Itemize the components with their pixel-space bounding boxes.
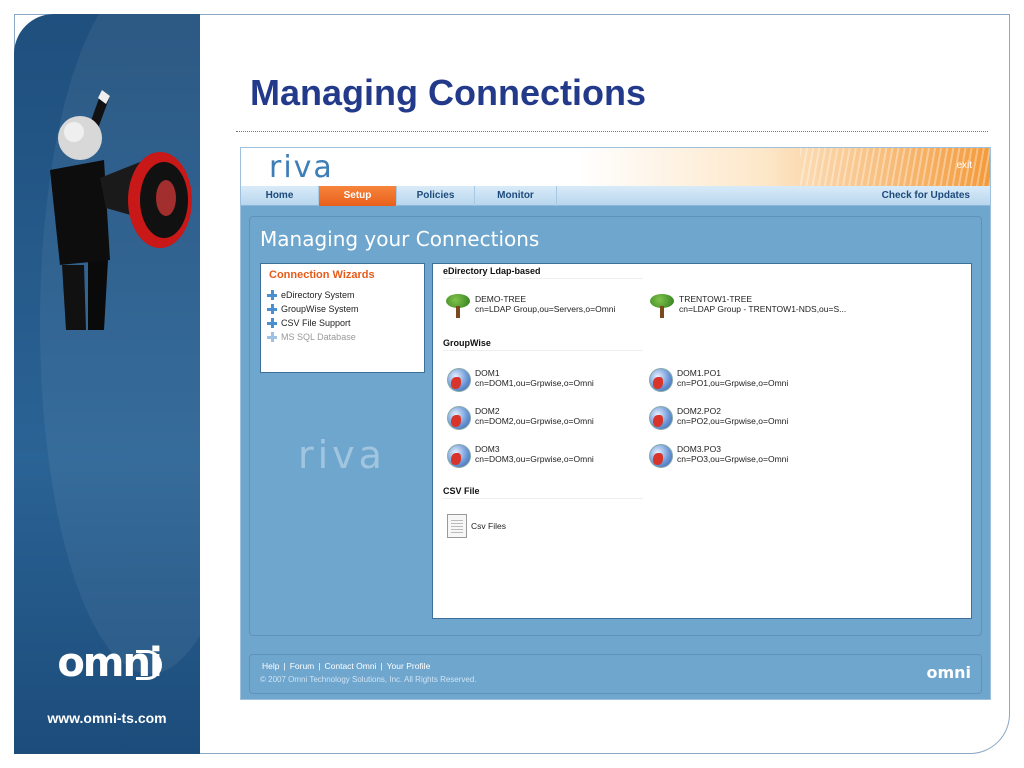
connection-dn: cn=DOM2,ou=Grpwise,o=Omni xyxy=(475,416,594,426)
wizard-item-edirectory[interactable]: eDirectory System xyxy=(267,288,359,302)
footer-link-contact[interactable]: Contact Omni xyxy=(324,661,376,671)
connection-dn: cn=LDAP Group,ou=Servers,o=Omni xyxy=(475,304,616,314)
footer-separator: | xyxy=(380,661,383,671)
connection-name: DOM1 xyxy=(475,368,500,378)
nav-setup[interactable]: Setup xyxy=(319,186,397,206)
slide-title: Managing Connections xyxy=(250,72,646,113)
globe-icon xyxy=(447,406,471,430)
connection-dom2-po2[interactable]: DOM2.PO2 cn=PO2,ou=Grpwise,o=Omni xyxy=(649,406,788,430)
footer-separator: | xyxy=(283,661,286,671)
connection-dom1-po1[interactable]: DOM1.PO1 cn=PO1,ou=Grpwise,o=Omni xyxy=(649,368,788,392)
wizard-item-mssql: MS SQL Database xyxy=(267,330,359,344)
nav-policies[interactable]: Policies xyxy=(397,186,475,206)
section-header-csv: CSV File xyxy=(443,486,643,499)
section-header-groupwise: GroupWise xyxy=(443,338,643,351)
globe-icon xyxy=(649,368,673,392)
globe-icon xyxy=(649,406,673,430)
connection-name: DOM2 xyxy=(475,406,500,416)
plus-icon xyxy=(267,290,277,300)
wizard-item-label: eDirectory System xyxy=(281,290,355,300)
connection-dn: cn=PO3,ou=Grpwise,o=Omni xyxy=(677,454,789,464)
content-title: Managing your Connections xyxy=(260,227,540,251)
footer-links: Help | Forum | Contact Omni | Your Profile xyxy=(262,661,430,671)
riva-logo: riva xyxy=(269,150,334,185)
globe-icon xyxy=(649,444,673,468)
connection-name: TRENTOW1-TREE xyxy=(679,294,753,304)
title-divider xyxy=(236,131,988,132)
nav-home[interactable]: Home xyxy=(241,186,319,206)
tree-icon xyxy=(649,294,675,318)
connection-name: DOM3 xyxy=(475,444,500,454)
connection-dom3[interactable]: DOM3 cn=DOM3,ou=Grpwise,o=Omni xyxy=(447,444,594,468)
footer-link-forum[interactable]: Forum xyxy=(290,661,315,671)
connection-dom1[interactable]: DOM1 cn=DOM1,ou=Grpwise,o=Omni xyxy=(447,368,594,392)
connection-name: DEMO-TREE xyxy=(475,294,526,304)
app-footer: Help | Forum | Contact Omni | Your Profile © 2… xyxy=(249,654,982,694)
connection-dn: cn=PO1,ou=Grpwise,o=Omni xyxy=(677,378,789,388)
connection-name: Csv Files xyxy=(471,521,506,531)
footer-link-profile[interactable]: Your Profile xyxy=(387,661,431,671)
footer-link-help[interactable]: Help xyxy=(262,661,279,671)
content-area: Managing your Connections Connection Wiz… xyxy=(249,216,982,636)
nav-monitor[interactable]: Monitor xyxy=(475,186,557,206)
tree-icon xyxy=(445,294,471,318)
wizard-item-csv[interactable]: CSV File Support xyxy=(267,316,359,330)
nav-bar: Home Setup Policies Monitor Check for Up… xyxy=(241,186,990,206)
riva-watermark-logo: riva xyxy=(298,433,386,477)
footer-separator: | xyxy=(318,661,321,671)
footer-omni-logo: omni xyxy=(926,663,971,682)
plus-icon xyxy=(267,318,277,328)
connection-name: DOM2.PO2 xyxy=(677,406,721,416)
wizard-item-label: CSV File Support xyxy=(281,318,351,328)
connection-csv-files[interactable]: Csv Files xyxy=(447,514,506,538)
connection-dn: cn=PO2,ou=Grpwise,o=Omni xyxy=(677,416,789,426)
megaphone-mascot-icon xyxy=(50,90,192,330)
wizard-item-label: GroupWise System xyxy=(281,304,359,314)
exit-link[interactable]: exit xyxy=(956,160,972,171)
connection-dom2[interactable]: DOM2 cn=DOM2,ou=Grpwise,o=Omni xyxy=(447,406,594,430)
connection-name: DOM3.PO3 xyxy=(677,444,721,454)
connections-panel: eDirectory Ldap-based DEMO-TREE cn=LDAP … xyxy=(432,263,972,619)
plus-icon xyxy=(267,304,277,314)
connection-dn: cn=DOM1,ou=Grpwise,o=Omni xyxy=(475,378,594,388)
section-header-edirectory: eDirectory Ldap-based xyxy=(443,266,643,279)
footer-copyright: © 2007 Omni Technology Solutions, Inc. A… xyxy=(260,675,477,684)
wizard-list: eDirectory System GroupWise System CSV F… xyxy=(267,288,359,344)
wizard-item-groupwise[interactable]: GroupWise System xyxy=(267,302,359,316)
file-icon xyxy=(447,514,467,538)
connection-dn: cn=DOM3,ou=Grpwise,o=Omni xyxy=(475,454,594,464)
connection-wizards-panel: Connection Wizards eDirectory System Gro… xyxy=(260,263,425,373)
connection-dn: cn=LDAP Group - TRENTOW1-NDS,ou=S... xyxy=(679,304,847,314)
connection-dom3-po3[interactable]: DOM3.PO3 cn=PO3,ou=Grpwise,o=Omni xyxy=(649,444,788,468)
globe-icon xyxy=(447,368,471,392)
connection-trentow1-tree[interactable]: TRENTOW1-TREE cn=LDAP Group - TRENTOW1-N… xyxy=(649,294,846,318)
wizard-item-label: MS SQL Database xyxy=(281,332,356,342)
check-for-updates-link[interactable]: Check for Updates xyxy=(882,186,970,206)
connection-name: DOM1.PO1 xyxy=(677,368,721,378)
plus-icon xyxy=(267,332,277,342)
app-header: riva exit xyxy=(241,148,990,186)
globe-icon xyxy=(447,444,471,468)
app-window: riva exit Home Setup Policies Monitor Ch… xyxy=(240,147,991,700)
brand-url: www.omni-ts.com xyxy=(47,710,167,726)
wizards-title: Connection Wizards xyxy=(269,269,375,281)
connection-demo-tree[interactable]: DEMO-TREE cn=LDAP Group,ou=Servers,o=Omn… xyxy=(445,294,615,318)
